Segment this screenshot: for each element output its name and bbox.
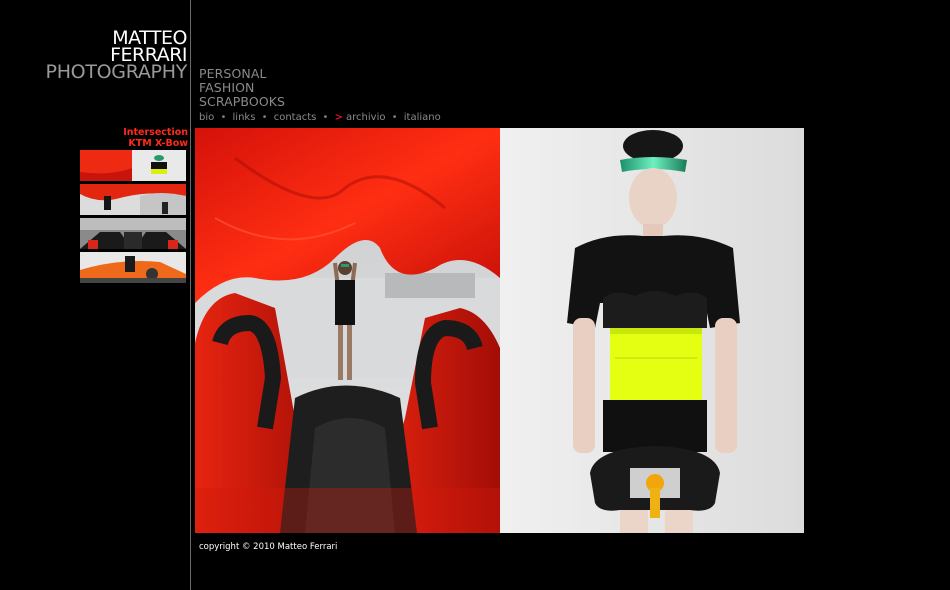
copyright-text: copyright © 2010 Matteo Ferrari: [199, 542, 338, 552]
thumbnail-3[interactable]: [80, 218, 186, 249]
sub-nav: bio • links • contacts • > archivio • ita…: [199, 112, 441, 123]
category-fashion[interactable]: FASHION: [199, 81, 285, 95]
subnav-separator: •: [391, 112, 398, 123]
subnav-bio[interactable]: bio: [199, 112, 214, 123]
site-logo[interactable]: MATTEO FERRARI PHOTOGRAPHY: [0, 29, 188, 83]
subnav-links[interactable]: links: [233, 112, 256, 123]
subnav-separator: •: [261, 112, 268, 123]
gallery-title: Intersection KTM X-Bow: [0, 127, 188, 149]
thumbnail-strip: [80, 150, 186, 286]
subnav-archivio[interactable]: archivio: [346, 112, 385, 123]
main-photo[interactable]: [195, 128, 804, 533]
category-nav: PERSONAL FASHION SCRAPBOOKS: [199, 67, 285, 109]
subnav-separator: •: [322, 112, 329, 123]
active-arrow-icon: >: [334, 112, 344, 123]
category-personal[interactable]: PERSONAL: [199, 67, 285, 81]
gallery-title-line-1: Intersection: [123, 127, 188, 138]
subnav-italiano[interactable]: italiano: [404, 112, 441, 123]
logo-line-3: PHOTOGRAPHY: [45, 61, 188, 83]
subnav-separator: •: [220, 112, 227, 123]
thumbnail-1[interactable]: [80, 150, 186, 181]
subnav-contacts[interactable]: contacts: [274, 112, 317, 123]
vertical-divider: [190, 0, 191, 590]
category-scrapbooks[interactable]: SCRAPBOOKS: [199, 95, 285, 109]
thumbnail-4[interactable]: [80, 252, 186, 283]
thumbnail-2[interactable]: [80, 184, 186, 215]
gallery-title-line-2: KTM X-Bow: [128, 138, 188, 149]
